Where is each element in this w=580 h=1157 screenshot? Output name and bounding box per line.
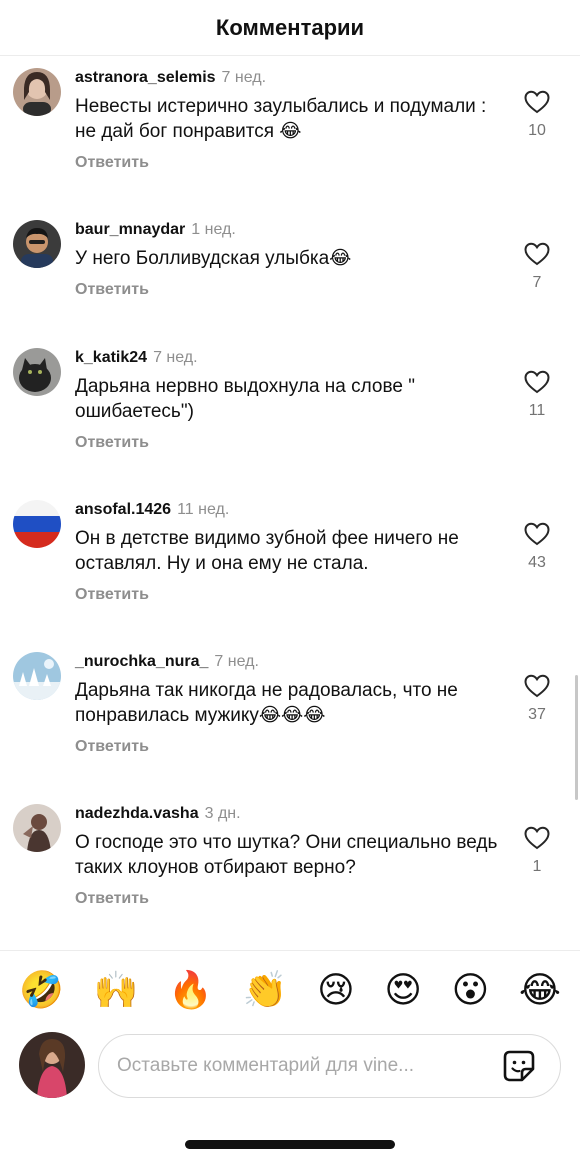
tears-of-joy-emoji-button[interactable]: 😂 — [519, 969, 561, 1010]
comment-composer — [0, 1032, 580, 1100]
clapping-emoji-button[interactable]: 👏 — [243, 969, 288, 1010]
avatar[interactable] — [13, 220, 61, 268]
avatar[interactable] — [13, 348, 61, 396]
avatar[interactable] — [13, 804, 61, 852]
comment-meta: ansofal.1426 11 нед. — [75, 500, 500, 520]
comment-body: nadezhda.vasha 3 дн. О господе это что шу… — [75, 804, 500, 908]
scrollbar[interactable] — [575, 675, 578, 800]
comment-username[interactable]: ansofal.1426 — [75, 501, 171, 518]
comment-time: 1 нед. — [191, 221, 236, 238]
comment-body: ansofal.1426 11 нед. Он в детстве видимо … — [75, 500, 500, 604]
comment-time: 7 нед. — [153, 349, 198, 366]
like-count: 10 — [528, 122, 546, 139]
like-count: 7 — [532, 274, 542, 291]
header: Комментарии — [0, 0, 580, 56]
heart-icon — [524, 370, 550, 394]
reply-button[interactable]: Ответить — [75, 281, 149, 299]
sticker-icon[interactable] — [502, 1049, 536, 1083]
comment-username[interactable]: _nurochka_nura_ — [75, 653, 208, 670]
comment-username[interactable]: astranora_selemis — [75, 69, 216, 86]
comment-time: 3 дн. — [204, 805, 241, 822]
heart-eyes-emoji-button[interactable]: 😍 — [384, 969, 422, 1010]
heart-icon — [524, 90, 550, 114]
crying-emoji-button[interactable]: 😢 — [317, 969, 355, 1010]
rofl-emoji-button[interactable]: 🤣 — [19, 969, 64, 1010]
like-button[interactable]: 37 — [516, 674, 558, 724]
comment-input-wrapper — [98, 1034, 561, 1098]
like-count: 1 — [532, 858, 542, 875]
comment-meta: baur_mnaydar 1 нед. — [75, 220, 500, 240]
comment-username[interactable]: baur_mnaydar — [75, 221, 185, 238]
avatar[interactable] — [13, 500, 61, 548]
comment-meta: nadezhda.vasha 3 дн. — [75, 804, 500, 824]
comments-list[interactable]: astranora_selemis 7 нед. Невесты истеричн… — [0, 58, 580, 946]
comment-input[interactable] — [117, 1035, 490, 1097]
like-button[interactable]: 7 — [516, 242, 558, 292]
comment-text: Невесты истерично заулыбались и подумали… — [75, 96, 487, 142]
like-button[interactable]: 11 — [516, 370, 558, 420]
comment-time: 7 нед. — [214, 653, 259, 670]
fire-emoji-button[interactable]: 🔥 — [168, 969, 213, 1010]
reply-button[interactable]: Ответить — [75, 154, 149, 172]
reply-button[interactable]: Ответить — [75, 738, 149, 756]
heart-icon — [524, 522, 550, 546]
like-count: 43 — [528, 554, 546, 571]
comment-username[interactable]: k_katik24 — [75, 349, 147, 366]
current-user-avatar — [19, 1032, 85, 1098]
comment-text: Дарьяна так никогда не радовалась, что н… — [75, 680, 458, 726]
comment-text: О господе это что шутка? Они специально … — [75, 832, 498, 878]
comment-text: Он в детстве видимо зубной фее ничего не… — [75, 528, 459, 574]
comment-text: Дарьяна нервно выдохнула на слове " ошиб… — [75, 376, 415, 422]
reply-button[interactable]: Ответить — [75, 586, 149, 604]
comment-meta: astranora_selemis 7 нед. — [75, 68, 500, 88]
like-button[interactable]: 43 — [516, 522, 558, 572]
like-count: 11 — [528, 402, 546, 419]
raised-hands-emoji-button[interactable]: 🙌 — [94, 969, 139, 1010]
comment-username[interactable]: nadezhda.vasha — [75, 805, 199, 822]
reply-button[interactable]: Ответить — [75, 434, 149, 452]
heart-icon — [524, 242, 550, 266]
comment-body: k_katik24 7 нед. Дарьяна нервно выдохнула… — [75, 348, 500, 452]
reply-button[interactable]: Ответить — [75, 890, 149, 908]
comment-meta: _nurochka_nura_ 7 нед. — [75, 652, 500, 672]
comment-body: astranora_selemis 7 нед. Невесты истеричн… — [75, 68, 500, 172]
comment-time: 7 нед. — [221, 69, 267, 86]
home-indicator[interactable] — [185, 1140, 395, 1149]
comment-body: baur_mnaydar 1 нед. У него Болливудская у… — [75, 220, 500, 299]
like-button[interactable]: 1 — [516, 826, 558, 876]
emoji-bar: 🤣 🙌 🔥 👏 😢 😍 😮 😂 — [0, 950, 580, 1028]
comment-text: У него Болливудская улыбка😂 — [75, 248, 352, 269]
avatar[interactable] — [13, 68, 61, 116]
comment-meta: k_katik24 7 нед. — [75, 348, 500, 368]
page-title: Комментарии — [215, 14, 365, 40]
like-count: 37 — [528, 706, 546, 723]
comment-body: _nurochka_nura_ 7 нед. Дарьяна так никогд… — [75, 652, 500, 756]
comment-time: 11 нед. — [177, 501, 230, 518]
surprised-emoji-button[interactable]: 😮 — [452, 969, 490, 1010]
avatar[interactable] — [13, 652, 61, 700]
heart-icon — [524, 674, 550, 698]
heart-icon — [524, 826, 550, 850]
like-button[interactable]: 10 — [516, 90, 558, 140]
